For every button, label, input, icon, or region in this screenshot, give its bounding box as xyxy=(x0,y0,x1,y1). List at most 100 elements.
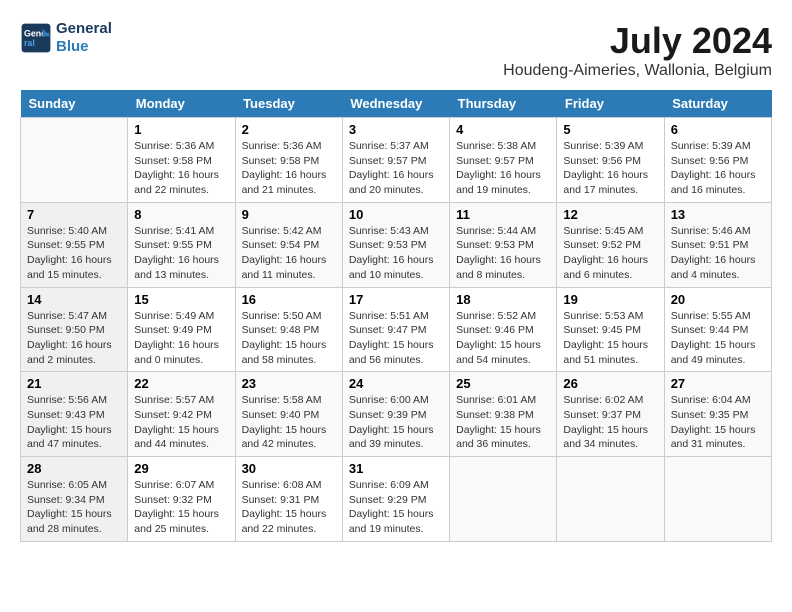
calendar-cell xyxy=(557,457,664,542)
day-number: 6 xyxy=(671,122,765,137)
day-number: 16 xyxy=(242,292,336,307)
calendar-cell: 6 Sunrise: 5:39 AM Sunset: 9:56 PM Daylig… xyxy=(664,118,771,203)
day-of-week-header: Thursday xyxy=(450,90,557,118)
calendar-title: July 2024 xyxy=(503,20,772,62)
calendar-cell xyxy=(21,118,128,203)
day-number: 12 xyxy=(563,207,657,222)
calendar-week-row: 28 Sunrise: 6:05 AM Sunset: 9:34 PM Dayli… xyxy=(21,457,772,542)
day-info: Sunrise: 5:39 AM Sunset: 9:56 PM Dayligh… xyxy=(563,139,657,198)
day-number: 14 xyxy=(27,292,121,307)
day-number: 30 xyxy=(242,461,336,476)
calendar-cell: 4 Sunrise: 5:38 AM Sunset: 9:57 PM Daylig… xyxy=(450,118,557,203)
day-info: Sunrise: 5:57 AM Sunset: 9:42 PM Dayligh… xyxy=(134,393,228,452)
logo: Gene- ral General Blue xyxy=(20,20,112,56)
calendar-cell: 3 Sunrise: 5:37 AM Sunset: 9:57 PM Daylig… xyxy=(342,118,449,203)
day-number: 10 xyxy=(349,207,443,222)
calendar-cell: 7Sunrise: 5:40 AM Sunset: 9:55 PM Daylig… xyxy=(21,202,128,287)
calendar-cell: 9 Sunrise: 5:42 AM Sunset: 9:54 PM Daylig… xyxy=(235,202,342,287)
day-number: 31 xyxy=(349,461,443,476)
calendar-cell: 25 Sunrise: 6:01 AM Sunset: 9:38 PM Dayli… xyxy=(450,372,557,457)
calendar-cell: 17 Sunrise: 5:51 AM Sunset: 9:47 PM Dayli… xyxy=(342,287,449,372)
title-block: July 2024 Houdeng-Aimeries, Wallonia, Be… xyxy=(503,20,772,80)
calendar-cell: 18Sunrise: 5:52 AM Sunset: 9:46 PM Dayli… xyxy=(450,287,557,372)
calendar-cell: 2Sunrise: 5:36 AM Sunset: 9:58 PM Daylig… xyxy=(235,118,342,203)
day-number: 20 xyxy=(671,292,765,307)
calendar-cell: 31 Sunrise: 6:09 AM Sunset: 9:29 PM Dayli… xyxy=(342,457,449,542)
calendar-cell: 21Sunrise: 5:56 AM Sunset: 9:43 PM Dayli… xyxy=(21,372,128,457)
calendar-cell: 23 Sunrise: 5:58 AM Sunset: 9:40 PM Dayli… xyxy=(235,372,342,457)
day-info: Sunrise: 5:46 AM Sunset: 9:51 PM Dayligh… xyxy=(671,224,765,283)
day-info: Sunrise: 5:39 AM Sunset: 9:56 PM Dayligh… xyxy=(671,139,765,198)
day-info: Sunrise: 5:51 AM Sunset: 9:47 PM Dayligh… xyxy=(349,309,443,368)
day-number: 15 xyxy=(134,292,228,307)
calendar-cell: 27Sunrise: 6:04 AM Sunset: 9:35 PM Dayli… xyxy=(664,372,771,457)
day-of-week-header: Saturday xyxy=(664,90,771,118)
day-number: 22 xyxy=(134,376,228,391)
calendar-cell: 13 Sunrise: 5:46 AM Sunset: 9:51 PM Dayli… xyxy=(664,202,771,287)
day-number: 28 xyxy=(27,461,121,476)
day-info: Sunrise: 6:04 AM Sunset: 9:35 PM Dayligh… xyxy=(671,393,765,452)
calendar-cell: 20 Sunrise: 5:55 AM Sunset: 9:44 PM Dayli… xyxy=(664,287,771,372)
calendar-cell xyxy=(664,457,771,542)
day-of-week-header: Sunday xyxy=(21,90,128,118)
day-info: Sunrise: 5:38 AM Sunset: 9:57 PM Dayligh… xyxy=(456,139,550,198)
calendar-cell: 19Sunrise: 5:53 AM Sunset: 9:45 PM Dayli… xyxy=(557,287,664,372)
day-info: Sunrise: 5:43 AM Sunset: 9:53 PM Dayligh… xyxy=(349,224,443,283)
calendar-cell: 12 Sunrise: 5:45 AM Sunset: 9:52 PM Dayli… xyxy=(557,202,664,287)
calendar-week-row: 7Sunrise: 5:40 AM Sunset: 9:55 PM Daylig… xyxy=(21,202,772,287)
day-number: 13 xyxy=(671,207,765,222)
calendar-table: SundayMondayTuesdayWednesdayThursdayFrid… xyxy=(20,90,772,542)
day-info: Sunrise: 5:58 AM Sunset: 9:40 PM Dayligh… xyxy=(242,393,336,452)
day-number: 2 xyxy=(242,122,336,137)
day-number: 24 xyxy=(349,376,443,391)
calendar-cell: 11 Sunrise: 5:44 AM Sunset: 9:53 PM Dayli… xyxy=(450,202,557,287)
calendar-cell: 10 Sunrise: 5:43 AM Sunset: 9:53 PM Dayli… xyxy=(342,202,449,287)
calendar-cell xyxy=(450,457,557,542)
logo-text-line1: General xyxy=(56,20,112,38)
day-info: Sunrise: 5:53 AM Sunset: 9:45 PM Dayligh… xyxy=(563,309,657,368)
calendar-cell: 5 Sunrise: 5:39 AM Sunset: 9:56 PM Daylig… xyxy=(557,118,664,203)
day-number: 25 xyxy=(456,376,550,391)
day-info: Sunrise: 5:45 AM Sunset: 9:52 PM Dayligh… xyxy=(563,224,657,283)
day-number: 11 xyxy=(456,207,550,222)
svg-text:ral: ral xyxy=(24,38,35,48)
calendar-header-row: SundayMondayTuesdayWednesdayThursdayFrid… xyxy=(21,90,772,118)
day-info: Sunrise: 6:05 AM Sunset: 9:34 PM Dayligh… xyxy=(27,478,121,537)
calendar-week-row: 14 Sunrise: 5:47 AM Sunset: 9:50 PM Dayli… xyxy=(21,287,772,372)
day-number: 3 xyxy=(349,122,443,137)
day-info: Sunrise: 5:49 AM Sunset: 9:49 PM Dayligh… xyxy=(134,309,228,368)
day-number: 17 xyxy=(349,292,443,307)
calendar-subtitle: Houdeng-Aimeries, Wallonia, Belgium xyxy=(503,62,772,80)
day-number: 5 xyxy=(563,122,657,137)
day-info: Sunrise: 5:40 AM Sunset: 9:55 PM Dayligh… xyxy=(27,224,121,283)
calendar-cell: 28 Sunrise: 6:05 AM Sunset: 9:34 PM Dayli… xyxy=(21,457,128,542)
calendar-cell: 16 Sunrise: 5:50 AM Sunset: 9:48 PM Dayli… xyxy=(235,287,342,372)
day-info: Sunrise: 5:36 AM Sunset: 9:58 PM Dayligh… xyxy=(134,139,228,198)
day-number: 9 xyxy=(242,207,336,222)
day-info: Sunrise: 5:50 AM Sunset: 9:48 PM Dayligh… xyxy=(242,309,336,368)
calendar-cell: 26 Sunrise: 6:02 AM Sunset: 9:37 PM Dayli… xyxy=(557,372,664,457)
day-number: 8 xyxy=(134,207,228,222)
calendar-week-row: 1 Sunrise: 5:36 AM Sunset: 9:58 PM Daylig… xyxy=(21,118,772,203)
day-info: Sunrise: 5:55 AM Sunset: 9:44 PM Dayligh… xyxy=(671,309,765,368)
calendar-cell: 29Sunrise: 6:07 AM Sunset: 9:32 PM Dayli… xyxy=(128,457,235,542)
day-number: 1 xyxy=(134,122,228,137)
day-number: 4 xyxy=(456,122,550,137)
day-info: Sunrise: 5:37 AM Sunset: 9:57 PM Dayligh… xyxy=(349,139,443,198)
day-of-week-header: Tuesday xyxy=(235,90,342,118)
calendar-cell: 1 Sunrise: 5:36 AM Sunset: 9:58 PM Daylig… xyxy=(128,118,235,203)
day-info: Sunrise: 5:42 AM Sunset: 9:54 PM Dayligh… xyxy=(242,224,336,283)
day-number: 21 xyxy=(27,376,121,391)
day-info: Sunrise: 6:01 AM Sunset: 9:38 PM Dayligh… xyxy=(456,393,550,452)
day-info: Sunrise: 5:47 AM Sunset: 9:50 PM Dayligh… xyxy=(27,309,121,368)
day-number: 23 xyxy=(242,376,336,391)
day-number: 18 xyxy=(456,292,550,307)
day-info: Sunrise: 5:44 AM Sunset: 9:53 PM Dayligh… xyxy=(456,224,550,283)
day-info: Sunrise: 6:07 AM Sunset: 9:32 PM Dayligh… xyxy=(134,478,228,537)
day-info: Sunrise: 6:02 AM Sunset: 9:37 PM Dayligh… xyxy=(563,393,657,452)
day-number: 26 xyxy=(563,376,657,391)
day-of-week-header: Wednesday xyxy=(342,90,449,118)
page-header: Gene- ral General Blue July 2024 Houdeng… xyxy=(20,20,772,80)
calendar-cell: 8Sunrise: 5:41 AM Sunset: 9:55 PM Daylig… xyxy=(128,202,235,287)
day-info: Sunrise: 6:09 AM Sunset: 9:29 PM Dayligh… xyxy=(349,478,443,537)
